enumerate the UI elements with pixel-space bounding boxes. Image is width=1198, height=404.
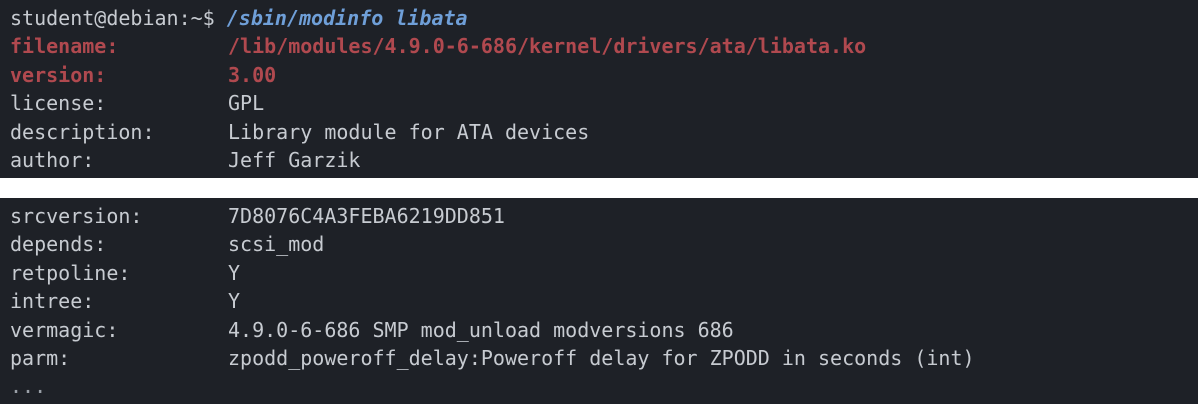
field-value: 3.00 <box>228 62 277 87</box>
field-key: version: <box>10 62 107 87</box>
field-value: scsi_mod <box>228 232 325 257</box>
terminal-output-top: student@debian:~$ /sbin/modinfo libata f… <box>0 0 1198 178</box>
row-vermagic: vermagic: 4.9.0-6-686 SMP mod_unload modv… <box>10 316 1198 344</box>
field-value: Library module for ATA devices <box>228 119 590 144</box>
field-value: zpodd_poweroff_delay:Poweroff delay for … <box>228 345 975 370</box>
field-key: license: <box>10 91 107 116</box>
field-key: srcversion: <box>10 204 143 228</box>
field-value: /lib/modules/4.9.0-6-686/kernel/drivers/… <box>228 34 867 59</box>
row-version: version: 3.00 <box>10 61 1198 89</box>
field-key: depends: <box>10 232 107 257</box>
command-line: student@debian:~$ /sbin/modinfo libata <box>10 4 1198 32</box>
row-author: author: Jeff Garzik <box>10 146 1198 174</box>
field-key: parm: <box>10 345 71 370</box>
row-depends: depends: scsi_mod <box>10 230 1198 258</box>
row-parm: parm: zpodd_poweroff_delay:Poweroff delay… <box>10 344 1198 372</box>
field-value: Jeff Garzik <box>228 147 361 172</box>
field-key: vermagic: <box>10 317 119 342</box>
field-value: Y <box>228 260 241 285</box>
row-license: license: GPL <box>10 89 1198 117</box>
field-key: filename: <box>10 34 119 59</box>
command-text: /sbin/modinfo libata <box>226 6 468 30</box>
truncation-ellipsis: ... <box>10 374 47 399</box>
row-description: description: Library module for ATA devic… <box>10 118 1198 146</box>
field-value: 4.9.0-6-686 SMP mod_unload modversions 6… <box>228 317 734 342</box>
field-key: retpoline: <box>10 260 131 285</box>
field-key: description: <box>10 119 155 144</box>
row-intree: intree: Y <box>10 287 1198 315</box>
field-key: intree: <box>10 289 95 314</box>
row-srcversion: srcversion: 7D8076C4A3FEBA6219DD851 <box>10 202 1198 230</box>
field-key: author: <box>10 147 95 172</box>
row-retpoline: retpoline: Y <box>10 259 1198 287</box>
row-filename: filename: /lib/modules/4.9.0-6-686/kernel… <box>10 32 1198 60</box>
terminal-output-bottom: srcversion: 7D8076C4A3FEBA6219DD851 depen… <box>0 198 1198 404</box>
field-value: GPL <box>228 91 265 116</box>
field-value: Y <box>228 289 241 314</box>
field-value: 7D8076C4A3FEBA6219DD851 <box>228 204 505 228</box>
shell-prompt: student@debian:~$ <box>10 6 227 30</box>
